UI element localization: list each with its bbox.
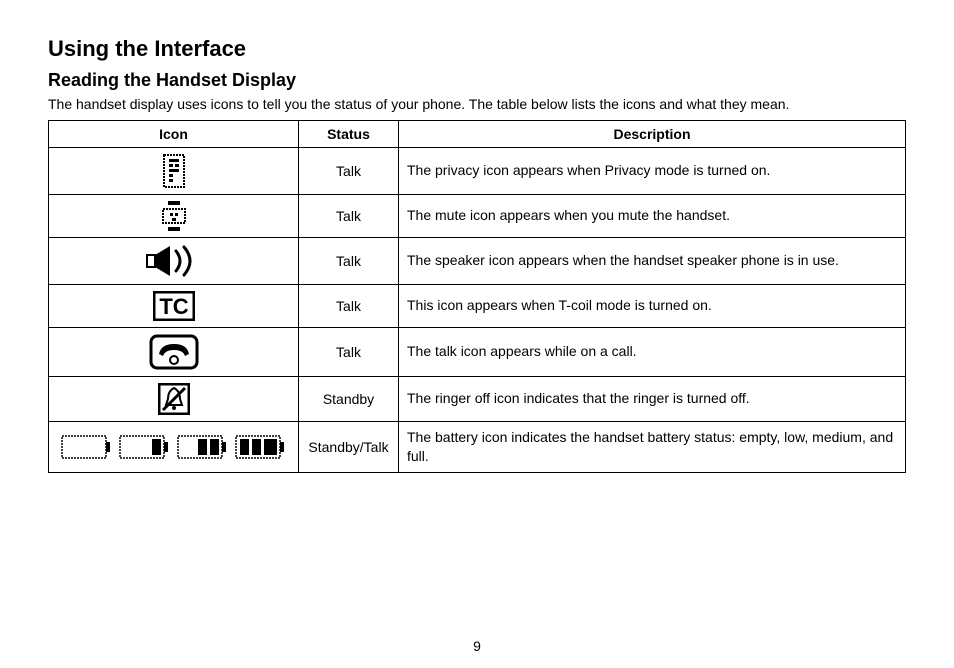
status-cell: Talk bbox=[299, 327, 399, 376]
status-cell: Talk bbox=[299, 194, 399, 237]
svg-text:TC: TC bbox=[159, 294, 188, 319]
section-title: Reading the Handset Display bbox=[48, 70, 906, 91]
page-title: Using the Interface bbox=[48, 36, 906, 62]
icon-cell bbox=[49, 327, 299, 376]
table-row: Talk The talk icon appears while on a ca… bbox=[49, 327, 906, 376]
header-description: Description bbox=[399, 120, 906, 147]
table-header-row: Icon Status Description bbox=[49, 120, 906, 147]
status-cell: Talk bbox=[299, 237, 399, 284]
desc-cell: The talk icon appears while on a call. bbox=[399, 327, 906, 376]
intro-text: The handset display uses icons to tell y… bbox=[48, 95, 906, 114]
icon-cell bbox=[49, 237, 299, 284]
table-row: Talk The mute icon appears when you mute… bbox=[49, 194, 906, 237]
page-number: 9 bbox=[0, 638, 954, 654]
table-row: TC Talk This icon appears when T-coil mo… bbox=[49, 284, 906, 327]
header-status: Status bbox=[299, 120, 399, 147]
icon-cell bbox=[49, 147, 299, 194]
icon-cell bbox=[49, 376, 299, 421]
desc-cell: The privacy icon appears when Privacy mo… bbox=[399, 147, 906, 194]
status-cell: Standby/Talk bbox=[299, 421, 399, 472]
tcoil-icon: TC bbox=[153, 291, 195, 321]
table-row: Standby/Talk The battery icon indicates … bbox=[49, 421, 906, 472]
icon-table: Icon Status Description Talk The privacy… bbox=[48, 120, 906, 473]
status-cell: Standby bbox=[299, 376, 399, 421]
icon-cell bbox=[49, 194, 299, 237]
ringer-off-icon bbox=[158, 383, 190, 415]
mute-icon bbox=[161, 201, 187, 231]
icon-cell: TC bbox=[49, 284, 299, 327]
header-icon: Icon bbox=[49, 120, 299, 147]
table-row: Talk The privacy icon appears when Priva… bbox=[49, 147, 906, 194]
privacy-icon bbox=[163, 154, 185, 188]
status-cell: Talk bbox=[299, 147, 399, 194]
table-row: Standby The ringer off icon indicates th… bbox=[49, 376, 906, 421]
icon-cell bbox=[49, 421, 299, 472]
desc-cell: The mute icon appears when you mute the … bbox=[399, 194, 906, 237]
desc-cell: The ringer off icon indicates that the r… bbox=[399, 376, 906, 421]
table-row: Talk The speaker icon appears when the h… bbox=[49, 237, 906, 284]
desc-cell: The battery icon indicates the handset b… bbox=[399, 421, 906, 472]
desc-cell: The speaker icon appears when the handse… bbox=[399, 237, 906, 284]
desc-cell: This icon appears when T-coil mode is tu… bbox=[399, 284, 906, 327]
talk-icon bbox=[149, 334, 199, 370]
status-cell: Talk bbox=[299, 284, 399, 327]
speaker-icon bbox=[146, 244, 202, 278]
battery-icon bbox=[60, 432, 288, 462]
